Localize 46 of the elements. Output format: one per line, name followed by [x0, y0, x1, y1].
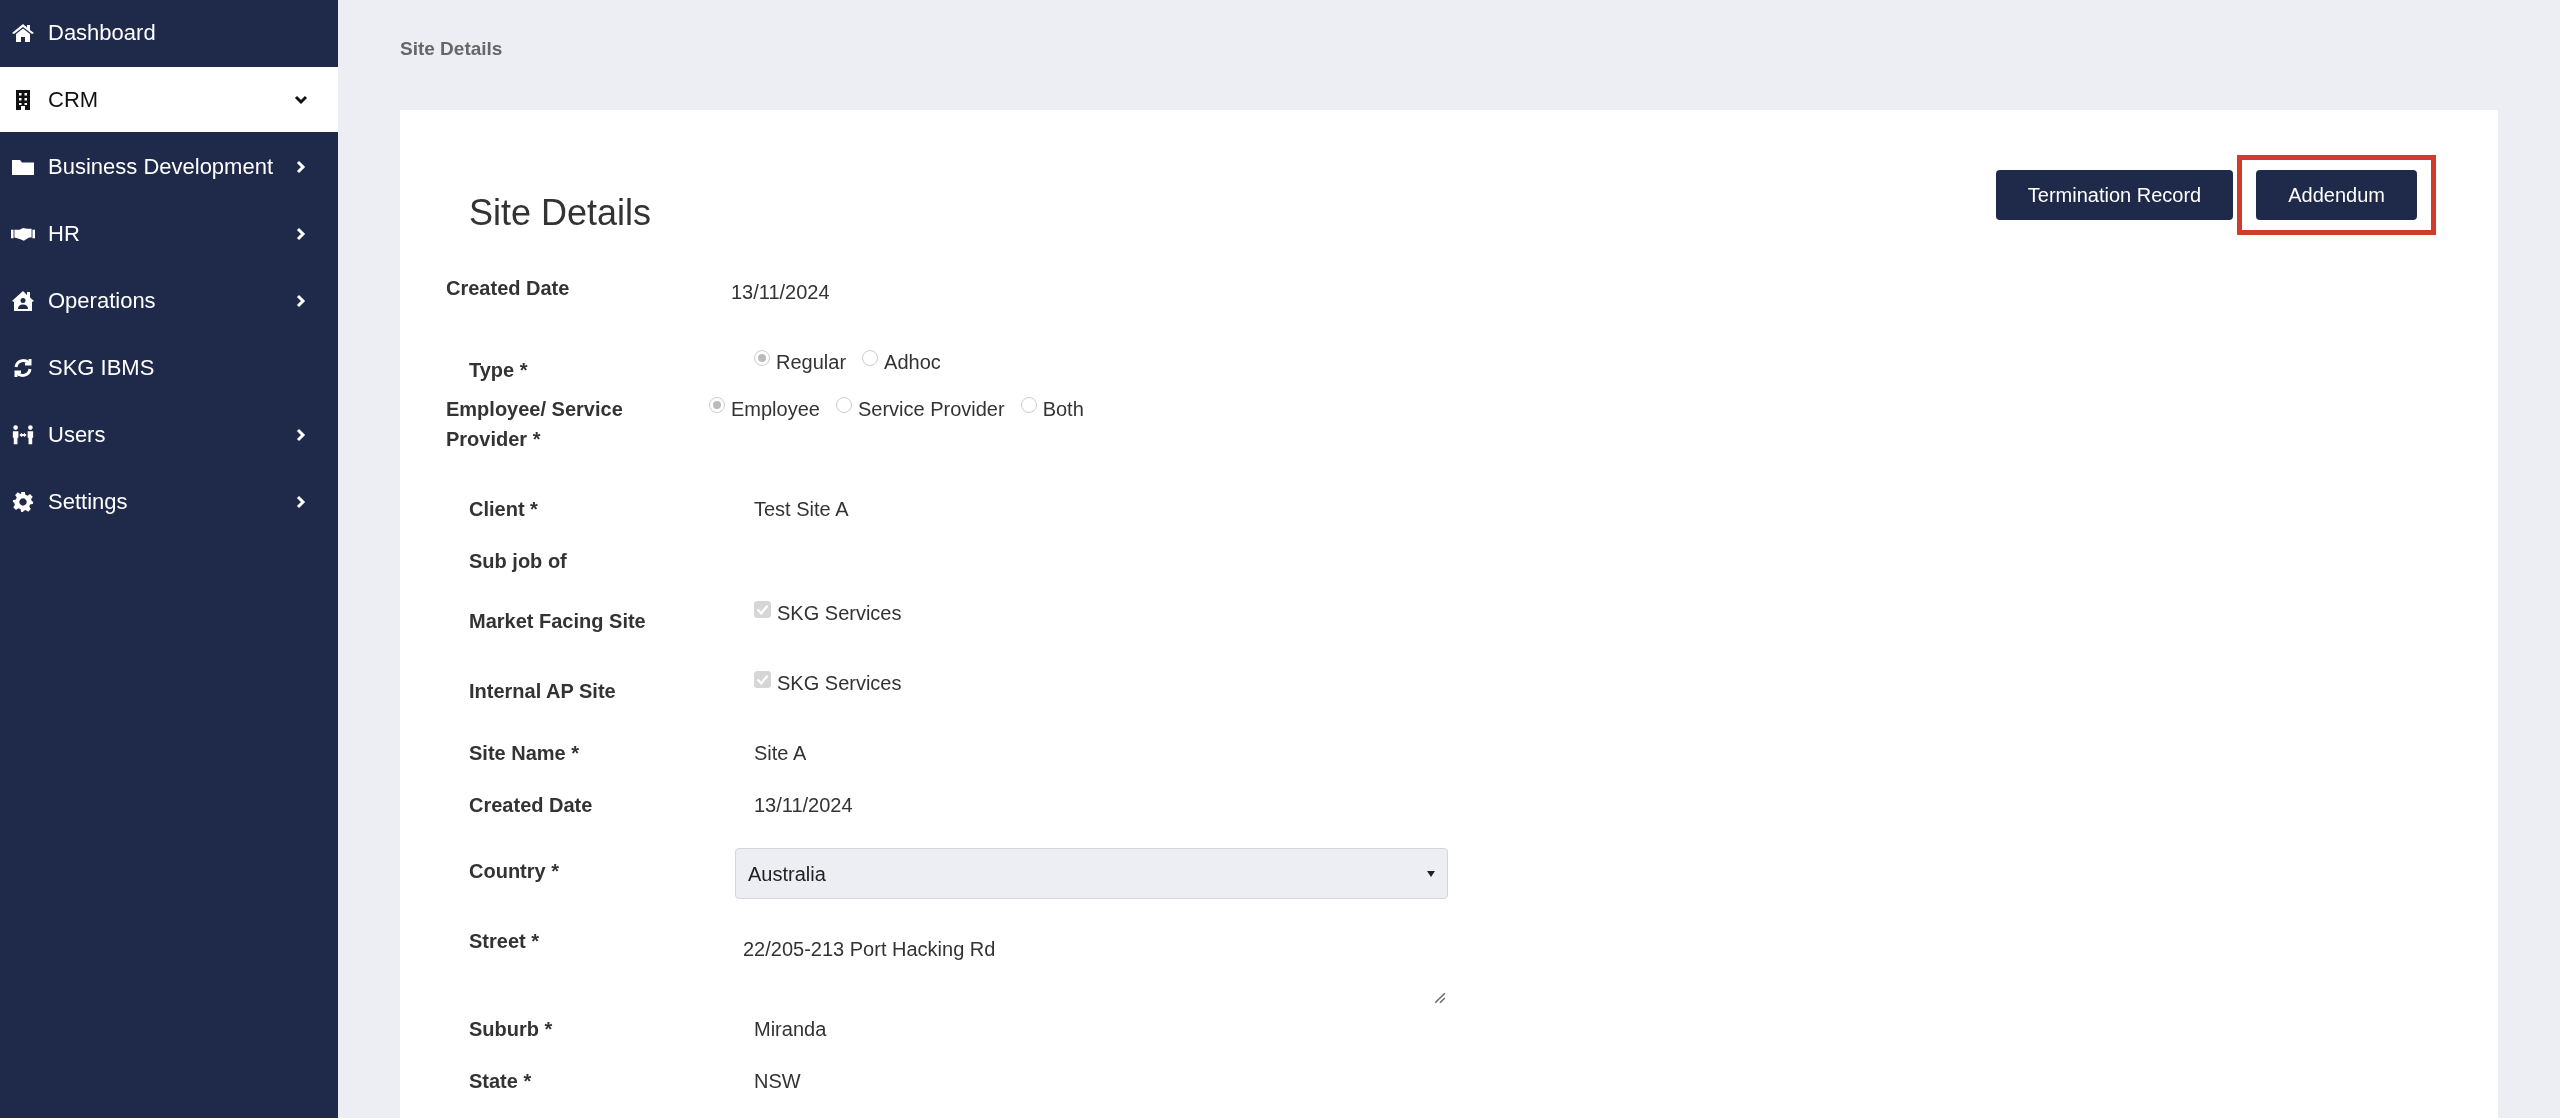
resize-handle-icon [1434, 992, 1446, 1004]
field-value: Test Site A [754, 497, 849, 522]
field-label: Internal AP Site [468, 679, 617, 704]
sidebar-item[interactable]: HR [0, 201, 338, 266]
field-label: Employee/ Service Provider * [446, 397, 624, 452]
field-value: 13/11/2024 [731, 280, 830, 305]
field-value: Site A [754, 741, 807, 766]
field-label: Market Facing Site [468, 609, 647, 634]
country-dropdown[interactable]: Australia [735, 848, 1448, 899]
sidebar-item[interactable]: CRM [0, 67, 338, 132]
radio-label: Employee [731, 397, 820, 422]
action-button[interactable]: Addendum [2256, 170, 2417, 220]
field-value: Miranda [754, 1017, 827, 1042]
sidebar-item[interactable]: Settings [0, 469, 338, 534]
field-label: Site Name * [468, 741, 581, 766]
field-value: NSW [754, 1069, 801, 1094]
sidebar-item[interactable]: Users [0, 402, 338, 467]
sidebar-item[interactable]: Dashboard [0, 0, 338, 65]
radio-label: Regular [776, 350, 847, 375]
checkbox-label: SKG Services [777, 601, 902, 626]
field-label: Suburb * [468, 1017, 554, 1042]
sidebar-item[interactable]: Operations [0, 268, 338, 333]
caret-icon [1427, 870, 1435, 877]
field-label: Created Date [468, 793, 594, 818]
users-icon [11, 423, 35, 446]
home-icon [11, 21, 35, 44]
breadcrumb: Site Details [400, 37, 504, 61]
sidebar-item[interactable]: Business Development [0, 134, 338, 199]
field-label: Type * [468, 358, 529, 383]
gear-icon [11, 490, 35, 513]
field-label: Created Date [446, 276, 571, 301]
field-label: Street * [468, 929, 541, 954]
field-value: 13/11/2024 [754, 793, 853, 818]
field-label: Country * [468, 859, 560, 884]
field-label: State * [468, 1069, 533, 1094]
field-label: Sub job of [468, 549, 568, 574]
page-title: Site Details [469, 192, 652, 234]
sidebar-item[interactable]: SKG IBMS [0, 335, 338, 400]
house-user-icon [11, 289, 35, 312]
street-field[interactable]: 22/205-213 Port Hacking Rd [735, 926, 1448, 1006]
action-button[interactable]: Termination Record [1995, 170, 2234, 220]
radio-label: Service Provider [857, 397, 1005, 422]
radio-label: Both [1042, 397, 1084, 422]
field-label: Client * [468, 497, 539, 522]
radio-label: Adhoc [884, 350, 941, 375]
checkbox-label: SKG Services [777, 671, 902, 696]
